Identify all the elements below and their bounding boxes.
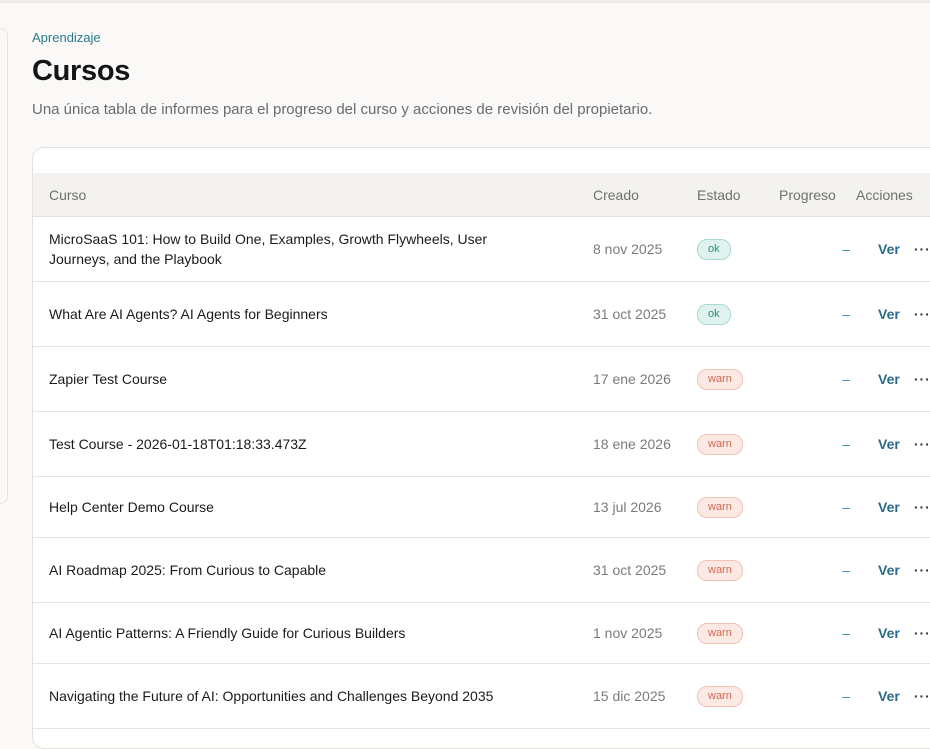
status-badge: ok (697, 303, 731, 325)
more-options-icon[interactable]: ··· (914, 306, 930, 322)
column-header-progreso[interactable]: Progreso (779, 173, 856, 217)
progress-value: – (779, 346, 856, 412)
created-date: 31 oct 2025 (593, 281, 697, 347)
status-badge: warn (697, 622, 743, 644)
column-header-creado[interactable]: Creado (593, 173, 697, 217)
created-date: 15 dic 2025 (593, 663, 697, 729)
view-link[interactable]: Ver (878, 436, 900, 452)
progress-value: – (779, 602, 856, 664)
more-options-icon[interactable]: ··· (914, 688, 930, 704)
actions-cell: Ver ··· (856, 411, 930, 477)
status-badge: ok (697, 238, 731, 260)
actions-cell: Ver ··· (856, 663, 930, 729)
table-row[interactable]: MicroSaaS 101: How to Build One, Example… (33, 216, 930, 282)
progress-value: – (779, 216, 856, 282)
column-header-curso[interactable]: Curso (33, 173, 593, 217)
progress-value: – (779, 663, 856, 729)
created-date: 1 nov 2025 (593, 602, 697, 664)
view-link[interactable]: Ver (878, 625, 900, 641)
progress-value: – (779, 476, 856, 538)
actions-cell: Ver ··· (856, 537, 930, 603)
actions-cell: Ver ··· (856, 281, 930, 347)
more-options-icon[interactable]: ··· (914, 371, 930, 387)
progress-value: – (779, 281, 856, 347)
status-cell: ok (697, 281, 779, 347)
status-badge: warn (697, 559, 743, 581)
column-header-estado[interactable]: Estado (697, 173, 779, 217)
table-row[interactable]: Help Center Demo Course 13 jul 2026 warn – V… (33, 476, 930, 538)
status-badge: warn (697, 685, 743, 707)
top-divider (0, 0, 930, 3)
more-options-icon[interactable]: ··· (914, 625, 930, 641)
more-options-icon[interactable]: ··· (914, 499, 930, 515)
view-link[interactable]: Ver (878, 499, 900, 515)
breadcrumb[interactable]: Aprendizaje (32, 30, 101, 45)
progress-value: – (779, 411, 856, 477)
course-title[interactable]: Navigating the Future of AI: Opportuniti… (33, 663, 593, 729)
progress-value: – (779, 537, 856, 603)
status-badge: warn (697, 433, 743, 455)
course-title[interactable]: MicroSaaS 101: How to Build One, Example… (33, 216, 593, 282)
view-link[interactable]: Ver (878, 306, 900, 322)
courses-table: Curso Creado Estado Progreso Acciones Mi… (33, 173, 930, 729)
table-row[interactable]: AI Roadmap 2025: From Curious to Capable… (33, 537, 930, 603)
view-link[interactable]: Ver (878, 688, 900, 704)
status-badge: warn (697, 368, 743, 390)
page-title: Cursos (32, 55, 131, 87)
course-title[interactable]: Help Center Demo Course (33, 476, 593, 538)
table-row[interactable]: What Are AI Agents? AI Agents for Beginn… (33, 281, 930, 347)
created-date: 13 jul 2026 (593, 476, 697, 538)
status-badge: warn (697, 496, 743, 518)
table-row[interactable]: Zapier Test Course 17 ene 2026 warn – Ver ··· (33, 346, 930, 412)
table-row[interactable]: Test Course - 2026-01-18T01:18:33.473Z 18… (33, 411, 930, 477)
view-link[interactable]: Ver (878, 562, 900, 578)
created-date: 8 nov 2025 (593, 216, 697, 282)
created-date: 18 ene 2026 (593, 411, 697, 477)
course-title[interactable]: AI Roadmap 2025: From Curious to Capable (33, 537, 593, 603)
course-title[interactable]: Zapier Test Course (33, 346, 593, 412)
status-cell: warn (697, 663, 779, 729)
view-link[interactable]: Ver (878, 371, 900, 387)
side-panel (0, 28, 8, 504)
course-title[interactable]: What Are AI Agents? AI Agents for Beginn… (33, 281, 593, 347)
table-row[interactable]: AI Agentic Patterns: A Friendly Guide fo… (33, 602, 930, 664)
created-date: 17 ene 2026 (593, 346, 697, 412)
status-cell: warn (697, 411, 779, 477)
actions-cell: Ver ··· (856, 346, 930, 412)
status-cell: ok (697, 216, 779, 282)
actions-cell: Ver ··· (856, 476, 930, 538)
more-options-icon[interactable]: ··· (914, 241, 930, 257)
view-link[interactable]: Ver (878, 241, 900, 257)
page-subtitle: Una única tabla de informes para el prog… (32, 101, 653, 118)
more-options-icon[interactable]: ··· (914, 436, 930, 452)
course-title[interactable]: Test Course - 2026-01-18T01:18:33.473Z (33, 411, 593, 477)
status-cell: warn (697, 346, 779, 412)
status-cell: warn (697, 537, 779, 603)
status-cell: warn (697, 602, 779, 664)
course-title[interactable]: AI Agentic Patterns: A Friendly Guide fo… (33, 602, 593, 664)
courses-table-card: Curso Creado Estado Progreso Acciones Mi… (32, 147, 930, 749)
column-header-acciones: Acciones (856, 173, 930, 217)
actions-cell: Ver ··· (856, 216, 930, 282)
actions-cell: Ver ··· (856, 602, 930, 664)
table-row[interactable]: Navigating the Future of AI: Opportuniti… (33, 663, 930, 729)
status-cell: warn (697, 476, 779, 538)
more-options-icon[interactable]: ··· (914, 562, 930, 578)
created-date: 31 oct 2025 (593, 537, 697, 603)
table-header-row: Curso Creado Estado Progreso Acciones (33, 173, 930, 217)
